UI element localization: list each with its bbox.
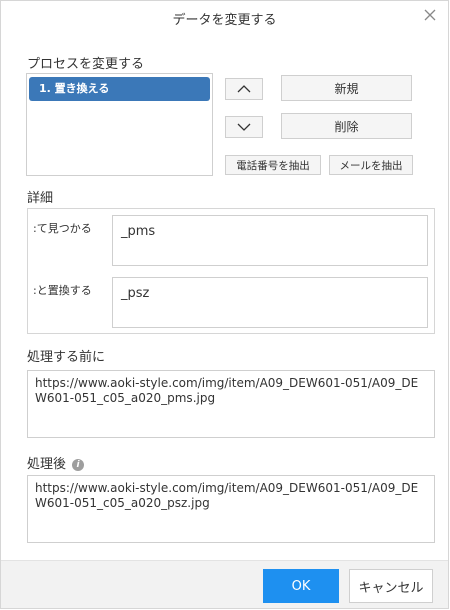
find-input[interactable]: _pms	[112, 215, 428, 266]
chevron-down-icon	[237, 123, 251, 131]
extract-email-button[interactable]: メールを抽出	[329, 155, 413, 175]
replace-input[interactable]: _psz	[112, 277, 428, 328]
close-icon	[424, 9, 436, 21]
move-up-button[interactable]	[225, 78, 263, 100]
replace-label: :と置換する	[33, 284, 92, 297]
after-heading: 処理後 i	[27, 453, 85, 472]
details-panel: :て見つかる _pms :と置換する _psz	[27, 208, 435, 334]
change-data-dialog: データを変更する プロセスを変更する 1. 置き換える 新規 削除 電話番号を抽…	[0, 0, 449, 609]
before-textarea[interactable]: https://www.aoki-style.com/img/item/A09_…	[27, 370, 435, 438]
new-button[interactable]: 新規	[281, 75, 412, 101]
chevron-up-icon	[237, 85, 251, 93]
process-heading: プロセスを変更する	[27, 57, 145, 72]
dialog-title: データを変更する	[172, 13, 277, 28]
after-heading-text: 処理後	[27, 457, 67, 472]
details-heading: 詳細	[27, 191, 54, 206]
close-button[interactable]	[420, 5, 440, 25]
list-item[interactable]: 1. 置き換える	[29, 77, 210, 101]
extract-phone-button[interactable]: 電話番号を抽出	[225, 155, 321, 175]
dialog-footer: OK キャンセル	[1, 560, 448, 608]
info-icon[interactable]: i	[72, 458, 85, 471]
after-textarea[interactable]: https://www.aoki-style.com/img/item/A09_…	[27, 475, 435, 543]
ok-button[interactable]: OK	[263, 569, 339, 603]
process-list[interactable]: 1. 置き換える	[26, 73, 213, 176]
cancel-button[interactable]: キャンセル	[349, 569, 433, 603]
delete-button[interactable]: 削除	[281, 113, 412, 139]
before-heading: 処理する前に	[27, 350, 106, 365]
find-label: :て見つかる	[33, 222, 92, 235]
move-down-button[interactable]	[225, 116, 263, 138]
